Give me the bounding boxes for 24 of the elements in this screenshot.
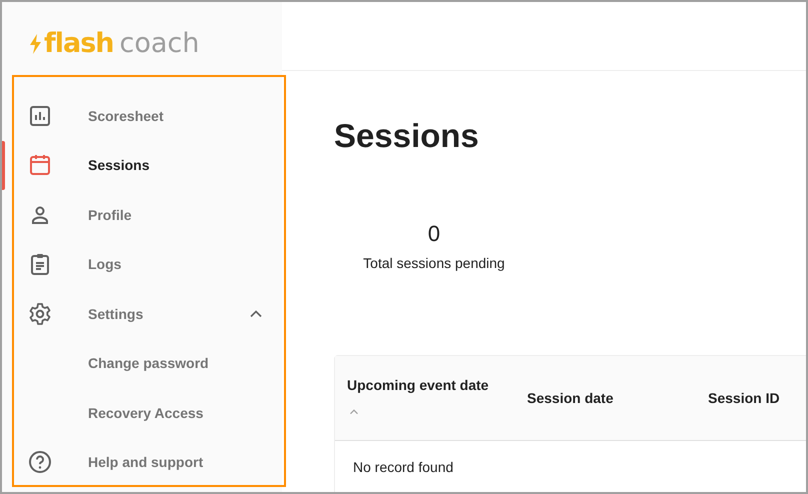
stat-value: 0 xyxy=(428,221,440,247)
logo-text: coach xyxy=(120,28,200,59)
help-icon xyxy=(28,450,52,474)
lightning-icon xyxy=(28,33,42,55)
empty-message: No record found xyxy=(353,459,454,475)
column-header[interactable]: Session date xyxy=(527,390,614,406)
nav-subitem[interactable]: Change password xyxy=(14,338,284,388)
nav-item[interactable]: Help and support xyxy=(14,438,284,487)
page-title: Sessions xyxy=(334,116,480,156)
logo-text: flash xyxy=(44,28,114,59)
active-indicator xyxy=(2,140,5,190)
nav-item[interactable]: Logs xyxy=(14,240,284,289)
column-header[interactable]: Session ID xyxy=(708,390,780,406)
clipboard-icon xyxy=(28,252,52,276)
settings-icon xyxy=(28,302,52,326)
nav-item[interactable]: Profile xyxy=(14,190,284,240)
nav-subitem[interactable]: Recovery Access xyxy=(14,388,284,438)
stat-label: Total sessions pending xyxy=(363,255,505,271)
nav-item[interactable]: Scoresheet xyxy=(14,91,284,140)
nav-item[interactable]: Settings xyxy=(14,289,284,338)
chart-icon xyxy=(28,104,52,128)
calendar-icon xyxy=(28,153,52,178)
column-header[interactable]: Upcoming event date xyxy=(347,377,489,393)
nav-item[interactable]: Sessions xyxy=(14,140,284,190)
